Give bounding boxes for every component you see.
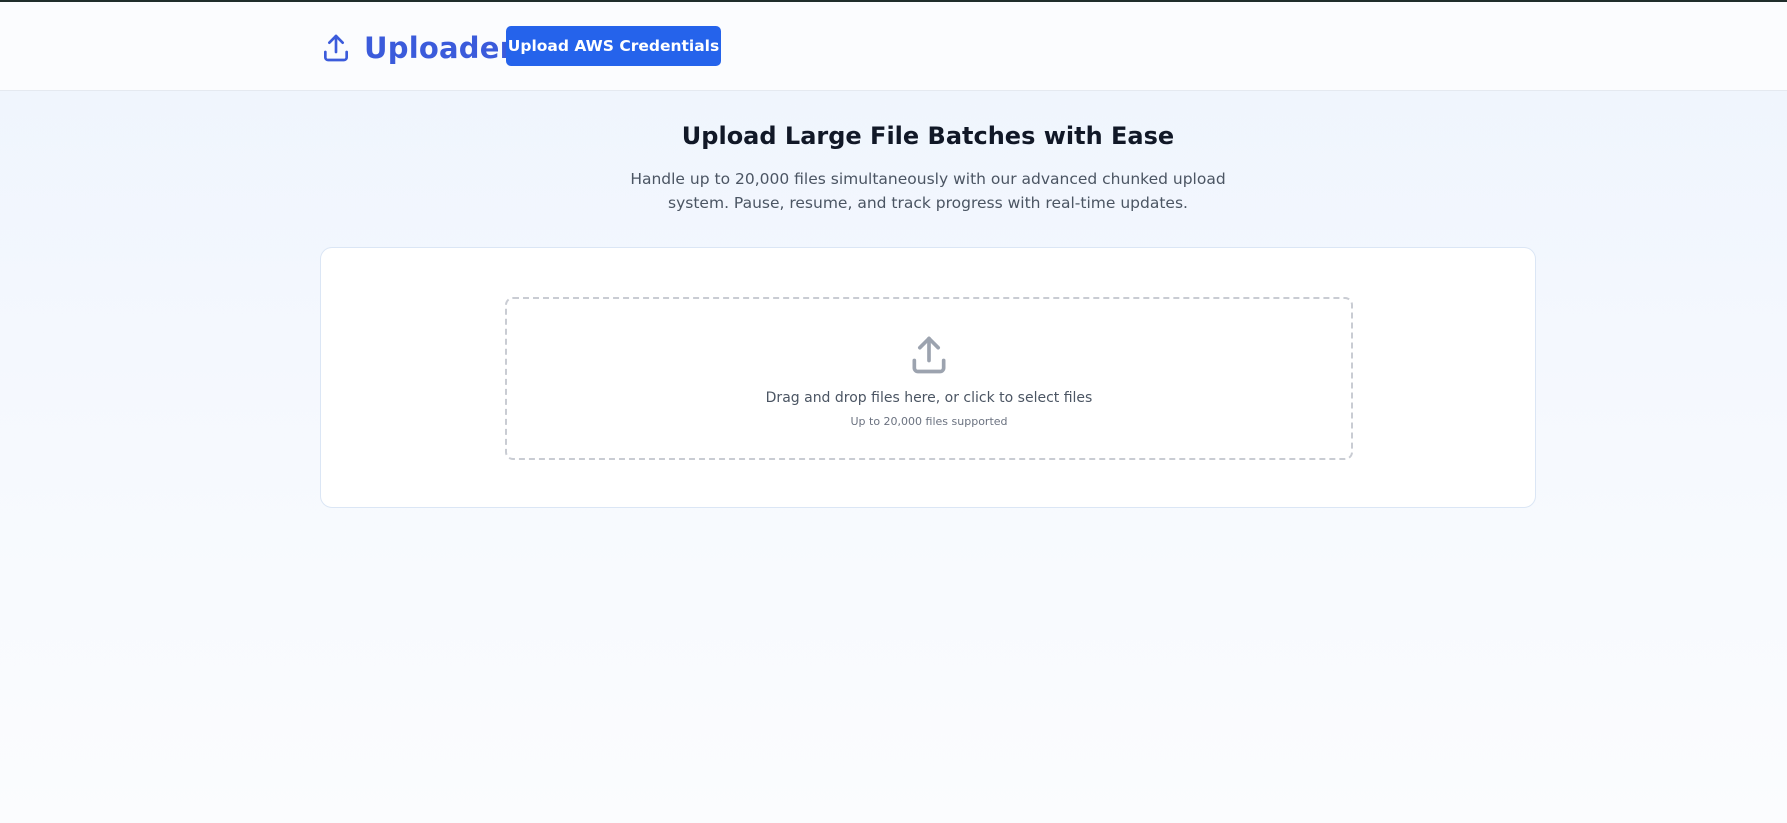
file-dropzone[interactable]: Drag and drop files here, or click to se…	[505, 297, 1353, 460]
dropzone-text: Drag and drop files here, or click to se…	[765, 390, 1093, 406]
page-title: Upload Large File Batches with Ease	[681, 122, 1175, 150]
dropzone-hint: Up to 20,000 files supported	[850, 415, 1008, 428]
page-subtitle: Handle up to 20,000 files simultaneously…	[630, 170, 1226, 212]
brand[interactable]: Uploader	[320, 28, 514, 68]
upload-icon	[912, 336, 946, 374]
upload-card: Drag and drop files here, or click to se…	[320, 247, 1536, 508]
upload-icon	[324, 34, 348, 62]
upload-aws-credentials-button[interactable]: Upload AWS Credentials	[506, 26, 721, 66]
app-title: Uploader	[364, 31, 515, 65]
app-header: Uploader Upload AWS Credentials	[0, 2, 1787, 91]
